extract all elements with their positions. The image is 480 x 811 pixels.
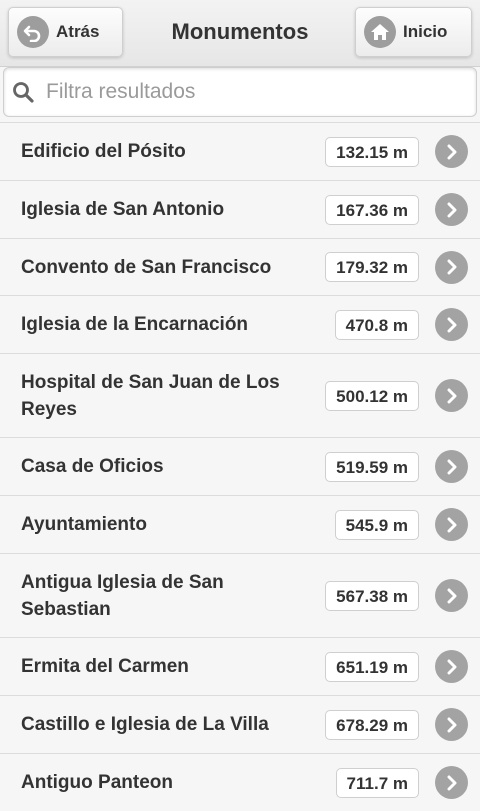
chevron-right-icon[interactable]: [435, 308, 468, 341]
distance-badge: 545.9 m: [334, 509, 419, 540]
chevron-right-icon[interactable]: [435, 193, 468, 226]
list-item[interactable]: Antigua Iglesia de San Sebastian 567.38 m: [0, 553, 480, 637]
chevron-right-icon[interactable]: [435, 650, 468, 683]
monument-name: Ayuntamiento: [21, 514, 147, 535]
search-bar: [3, 67, 477, 117]
chevron-right-icon[interactable]: [435, 250, 468, 284]
monument-name: Castillo e Iglesia de La Villa: [21, 714, 269, 735]
monument-name: Antiguo Panteon: [21, 772, 173, 793]
distance-badge: 132.15 m: [325, 136, 419, 167]
home-button[interactable]: Inicio: [355, 7, 472, 57]
monument-name: Antigua Iglesia de San Sebastian: [21, 571, 224, 620]
header-bar: Atrás Monumentos Inicio: [0, 0, 480, 67]
distance-badge: 470.8 m: [334, 309, 419, 340]
monument-name: Iglesia de San Antonio: [21, 199, 225, 220]
list-item[interactable]: Hospital de San Juan de Los Reyes 500.12 …: [0, 353, 480, 437]
distance-badge: 500.12 m: [325, 380, 419, 411]
chevron-right-icon[interactable]: [435, 508, 468, 541]
chevron-right-icon[interactable]: [435, 579, 468, 612]
list-item[interactable]: Edificio del Pósito 132.15 m: [0, 122, 480, 180]
distance-badge: 711.7 m: [335, 767, 419, 798]
home-button-label: Inicio: [403, 22, 448, 41]
monument-name: Hospital de San Juan de Los Reyes: [21, 371, 280, 420]
back-button[interactable]: Atrás: [8, 7, 123, 57]
chevron-right-icon[interactable]: [435, 450, 468, 483]
list-item[interactable]: Ermita del Carmen 651.19 m: [0, 637, 480, 695]
search-icon: [13, 82, 34, 103]
page-title: Monumentos: [171, 19, 309, 44]
list-item[interactable]: Iglesia de San Antonio 167.36 m: [0, 180, 480, 238]
monument-name: Casa de Oficios: [21, 456, 164, 477]
distance-badge: 678.29 m: [325, 709, 419, 740]
list-item[interactable]: Castillo e Iglesia de La Villa 678.29 m: [0, 695, 480, 753]
monument-name: Iglesia de la Encarnación: [21, 314, 249, 335]
distance-badge: 179.32 m: [325, 252, 419, 282]
chevron-right-icon[interactable]: [435, 766, 468, 799]
back-arrow-icon: [17, 16, 49, 48]
list-item[interactable]: Convento de San Francisco 179.32 m: [0, 238, 480, 295]
back-button-label: Atrás: [56, 22, 100, 41]
chevron-right-icon[interactable]: [435, 379, 468, 412]
list-item[interactable]: Iglesia de la Encarnación 470.8 m: [0, 295, 480, 353]
monument-list: Edificio del Pósito 132.15 m Iglesia de Sa…: [0, 122, 480, 811]
distance-badge: 651.19 m: [325, 651, 419, 682]
chevron-right-icon[interactable]: [435, 708, 468, 741]
monument-name: Convento de San Francisco: [21, 256, 272, 278]
distance-badge: 519.59 m: [325, 451, 419, 482]
search-input[interactable]: [46, 80, 446, 104]
list-item[interactable]: Casa de Oficios 519.59 m: [0, 437, 480, 495]
list-item[interactable]: Ayuntamiento 545.9 m: [0, 495, 480, 553]
distance-badge: 167.36 m: [325, 194, 419, 225]
monument-name: Edificio del Pósito: [21, 141, 186, 162]
chevron-right-icon[interactable]: [435, 135, 468, 168]
home-icon: [364, 16, 396, 48]
distance-badge: 567.38 m: [325, 580, 419, 611]
monument-name: Ermita del Carmen: [21, 656, 189, 677]
list-item[interactable]: Antiguo Panteon 711.7 m: [0, 753, 480, 811]
